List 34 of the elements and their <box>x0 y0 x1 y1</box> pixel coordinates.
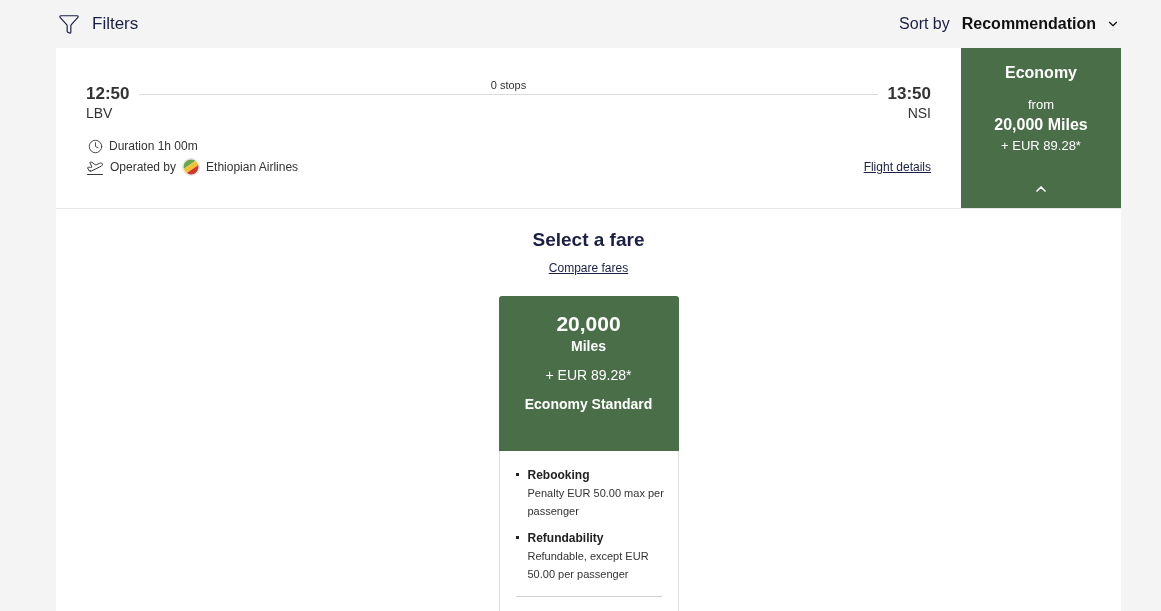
fee-price: + EUR 89.28* <box>1001 138 1081 154</box>
airline-name: Ethiopian Airlines <box>206 160 299 174</box>
plane-icon <box>86 158 104 176</box>
condition-title: Rebooking <box>527 467 591 484</box>
fare-fee: + EUR 89.28* <box>545 366 632 384</box>
miles-price: 20,000 Miles <box>994 115 1088 135</box>
arrival-airport: NSI <box>907 104 931 122</box>
stops-label: 0 stops <box>490 78 527 92</box>
condition-text: Penalty EUR 50.00 max per passenger <box>527 486 665 519</box>
cabin-name: Economy <box>1005 63 1077 83</box>
fare-option-header[interactable]: 20,000 Miles + EUR 89.28* Economy Standard <box>498 296 679 451</box>
departure-airport: LBV <box>86 104 113 122</box>
sort-dropdown[interactable]: Recommendation <box>961 15 1120 33</box>
arrival-time: 13:50 <box>887 84 931 104</box>
filter-icon <box>58 13 80 35</box>
cabin-fare-panel[interactable]: Economy from 20,000 Miles + EUR 89.28* <box>961 48 1121 208</box>
duration-text: Duration 1h 00m <box>109 139 198 153</box>
select-fare-title: Select a fare <box>532 228 645 252</box>
compare-fares-link[interactable]: Compare fares <box>548 259 629 277</box>
fare-miles-unit: Miles <box>571 337 606 355</box>
sort-label: Sort by <box>899 15 950 33</box>
fare-name: Economy Standard <box>524 395 653 413</box>
clock-icon <box>88 138 103 154</box>
condition-title: Refundability <box>527 530 605 547</box>
bullet-icon <box>515 473 519 476</box>
operated-by-label: Operated by <box>110 160 177 174</box>
departure-time: 12:50 <box>86 84 130 104</box>
filters-button[interactable]: Filters <box>58 13 139 35</box>
airline-logo-icon <box>182 158 201 176</box>
bullet-icon <box>515 536 519 539</box>
from-label: from <box>1028 97 1054 113</box>
fare-miles: 20,000 <box>556 311 621 337</box>
condition-text: Refundable, except EUR 50.00 per passenger <box>527 549 650 582</box>
flight-details-link[interactable]: Flight details <box>863 158 931 176</box>
